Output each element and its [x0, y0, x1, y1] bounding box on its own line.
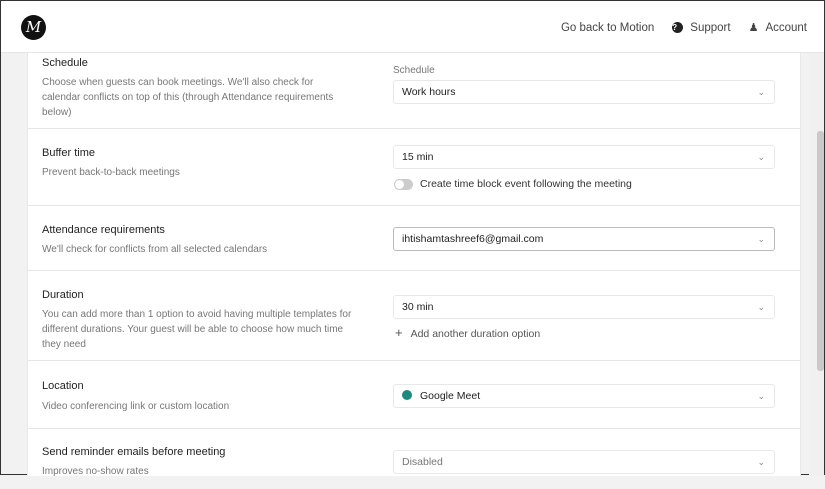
- add-duration-label: Add another duration option: [410, 328, 541, 340]
- location-section: Location Video conferencing link or cust…: [28, 361, 800, 429]
- chevron-down-icon: ⌄: [757, 457, 765, 467]
- chevron-down-icon: ⌄: [757, 152, 765, 162]
- user-icon: ♟: [748, 22, 759, 34]
- buffer-title: Buffer time: [42, 147, 95, 159]
- motion-logo[interactable]: M: [21, 15, 46, 40]
- add-duration-button[interactable]: + Add another duration option: [395, 325, 540, 340]
- duration-select[interactable]: 30 min ⌄: [393, 295, 775, 319]
- go-back-label: Go back to Motion: [560, 21, 655, 34]
- schedule-field-label: Schedule: [393, 65, 435, 76]
- time-block-toggle[interactable]: [394, 179, 413, 190]
- support-link[interactable]: ? Support: [672, 21, 731, 34]
- location-select[interactable]: Google Meet ⌄: [393, 384, 775, 408]
- attendance-section: Attendance requirements We'll check for …: [28, 206, 800, 271]
- attendance-title: Attendance requirements: [42, 224, 165, 236]
- attendance-select[interactable]: ihtishamtashreef6@gmail.com ⌄: [393, 227, 775, 251]
- reminder-section: Send reminder emails before meeting Impr…: [28, 429, 800, 489]
- chevron-down-icon: ⌄: [757, 302, 765, 312]
- go-back-link[interactable]: Go back to Motion: [561, 21, 654, 34]
- location-desc: Video conferencing link or custom locati…: [42, 401, 230, 412]
- account-link[interactable]: ♟ Account: [748, 21, 807, 35]
- schedule-select[interactable]: Work hours ⌄: [393, 80, 775, 104]
- duration-desc: You can add more than 1 option to avoid …: [42, 309, 352, 350]
- attendance-value: ihtishamtashreef6@gmail.com: [402, 233, 544, 245]
- scrollbar-thumb[interactable]: [817, 131, 824, 371]
- duration-value: 30 min: [402, 301, 434, 313]
- buffer-section: Buffer time Prevent back-to-back meeting…: [28, 129, 800, 206]
- question-icon: ?: [672, 22, 684, 33]
- attendance-desc: We'll check for conflicts from all selec…: [42, 244, 268, 255]
- chevron-down-icon: ⌄: [757, 391, 765, 401]
- plus-icon: +: [395, 325, 403, 340]
- chevron-down-icon: ⌄: [757, 87, 765, 97]
- duration-title: Duration: [42, 289, 84, 301]
- header-nav: Go back to Motion ? Support ♟ Account: [561, 21, 807, 35]
- reminder-value: Disabled: [402, 456, 443, 468]
- location-value: Google Meet: [420, 390, 481, 402]
- duration-section: Duration You can add more than 1 option …: [28, 271, 800, 361]
- settings-card: Schedule Choose when guests can book mee…: [27, 53, 801, 477]
- location-title: Location: [42, 380, 84, 392]
- buffer-select[interactable]: 15 min ⌄: [393, 145, 775, 169]
- buffer-value: 15 min: [402, 151, 434, 163]
- time-block-label: Create time block event following the me…: [420, 178, 632, 190]
- account-label: Account: [765, 21, 807, 34]
- reminder-desc: Improves no-show rates: [42, 466, 149, 477]
- chevron-down-icon: ⌄: [757, 234, 765, 244]
- schedule-value: Work hours: [402, 86, 456, 98]
- reminder-title: Send reminder emails before meeting: [42, 446, 226, 458]
- schedule-title: Schedule: [42, 57, 88, 69]
- schedule-desc: Choose when guests can book meetings. We…: [42, 77, 334, 118]
- support-label: Support: [690, 21, 731, 34]
- reminder-select[interactable]: Disabled ⌄: [393, 450, 775, 474]
- buffer-desc: Prevent back-to-back meetings: [42, 167, 180, 178]
- schedule-section: Schedule Choose when guests can book mee…: [28, 53, 800, 129]
- google-meet-icon: [402, 390, 412, 400]
- top-header: M Go back to Motion ? Support ♟ Account: [1, 1, 824, 53]
